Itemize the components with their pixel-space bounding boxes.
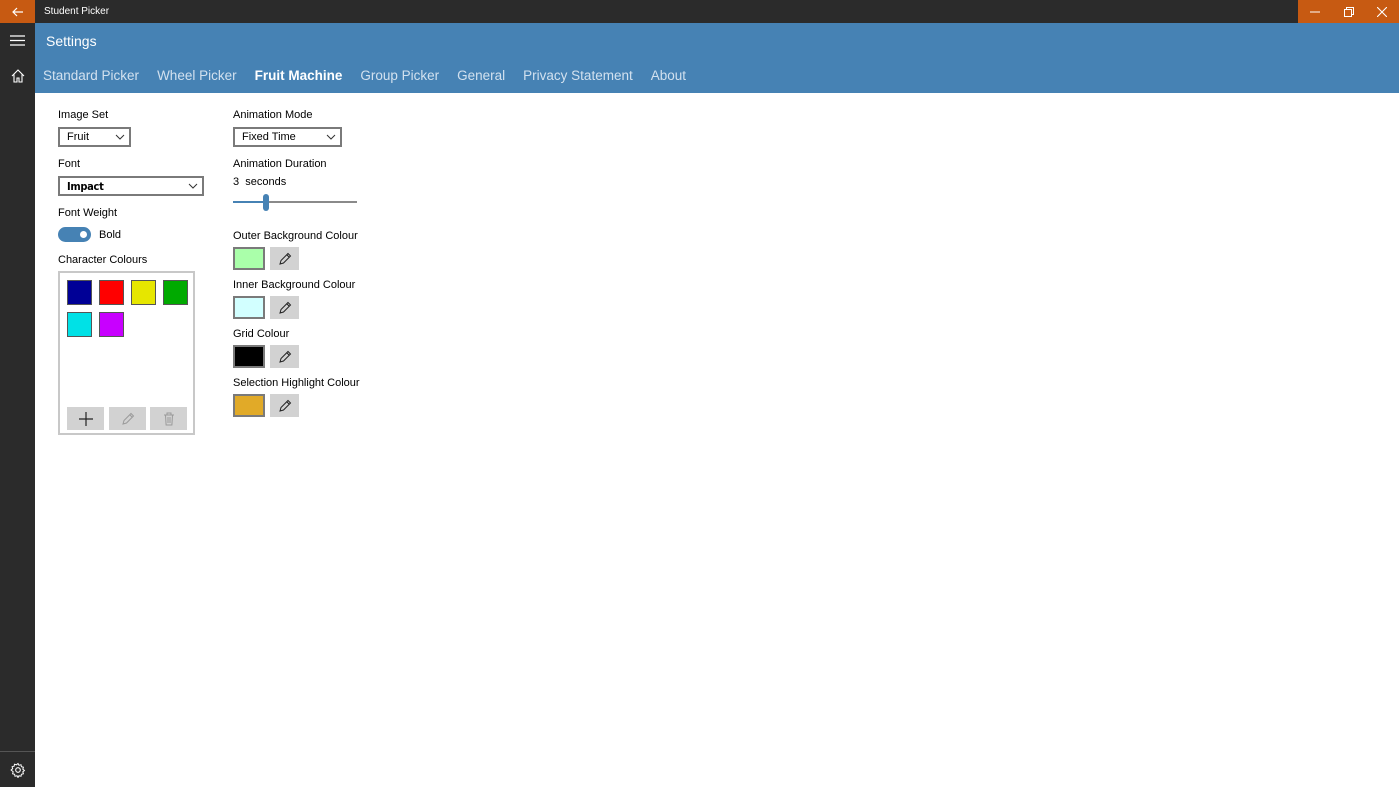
settings-nav-button[interactable] bbox=[0, 752, 35, 787]
animation-duration-value: 3 seconds bbox=[233, 176, 286, 188]
image-set-dropdown[interactable]: Fruit bbox=[58, 127, 131, 147]
chevron-down-icon bbox=[188, 183, 198, 189]
font-dropdown[interactable]: Impact bbox=[58, 176, 204, 196]
home-icon bbox=[11, 68, 24, 83]
nav-rail bbox=[0, 23, 35, 787]
inner-background-edit-button[interactable] bbox=[270, 296, 299, 319]
character-colours-label: Character Colours bbox=[58, 254, 148, 266]
restore-icon bbox=[1343, 6, 1354, 17]
edit-icon bbox=[121, 412, 134, 425]
animation-duration-label: Animation Duration bbox=[233, 158, 327, 170]
window-controls bbox=[1298, 0, 1399, 23]
grid-colour-label: Grid Colour bbox=[233, 328, 290, 340]
minimize-button[interactable] bbox=[1298, 0, 1332, 23]
gear-icon bbox=[9, 762, 25, 778]
edit-icon bbox=[278, 399, 291, 412]
animation-mode-dropdown[interactable]: Fixed Time bbox=[233, 127, 342, 147]
grid-colour-edit-button[interactable] bbox=[270, 345, 299, 368]
colour-swatch-yellow[interactable] bbox=[131, 280, 156, 305]
duration-number: 3 bbox=[233, 176, 240, 188]
tab-about[interactable]: About bbox=[651, 68, 686, 83]
colour-swatch-red[interactable] bbox=[99, 280, 124, 305]
chevron-down-icon bbox=[115, 134, 125, 140]
page-title: Settings bbox=[46, 33, 97, 49]
delete-colour-button[interactable] bbox=[150, 407, 187, 430]
image-set-label: Image Set bbox=[58, 109, 109, 121]
edit-colour-button[interactable] bbox=[109, 407, 146, 430]
tab-privacy-statement[interactable]: Privacy Statement bbox=[523, 68, 633, 83]
home-button[interactable] bbox=[0, 58, 35, 93]
page-header: Settings Standard Picker Wheel Picker Fr… bbox=[35, 23, 1399, 93]
image-set-value: Fruit bbox=[67, 131, 89, 143]
hamburger-icon bbox=[10, 35, 25, 46]
tab-group-picker[interactable]: Group Picker bbox=[360, 68, 439, 83]
colour-swatch-cyan[interactable] bbox=[67, 312, 92, 337]
selection-highlight-swatch[interactable] bbox=[233, 394, 265, 417]
toggle-knob bbox=[80, 231, 87, 238]
close-icon bbox=[1377, 6, 1388, 17]
window-title: Student Picker bbox=[44, 6, 110, 17]
inner-background-swatch[interactable] bbox=[233, 296, 265, 319]
edit-icon bbox=[278, 350, 291, 363]
minimize-icon bbox=[1309, 11, 1320, 12]
close-button[interactable] bbox=[1365, 0, 1399, 23]
duration-slider-track[interactable] bbox=[233, 201, 357, 203]
arrow-left-icon bbox=[11, 7, 23, 16]
restore-button[interactable] bbox=[1332, 0, 1366, 23]
settings-tabs: Standard Picker Wheel Picker Fruit Machi… bbox=[43, 68, 704, 83]
title-bar: Student Picker bbox=[0, 0, 1399, 23]
duration-slider-thumb[interactable] bbox=[263, 194, 270, 211]
font-value: Impact bbox=[67, 180, 104, 193]
bold-toggle[interactable] bbox=[58, 227, 91, 242]
edit-icon bbox=[278, 301, 291, 314]
grid-colour-swatch[interactable] bbox=[233, 345, 265, 368]
back-button[interactable] bbox=[0, 0, 35, 23]
chevron-down-icon bbox=[326, 134, 336, 140]
tab-standard-picker[interactable]: Standard Picker bbox=[43, 68, 139, 83]
tab-wheel-picker[interactable]: Wheel Picker bbox=[157, 68, 237, 83]
selection-highlight-edit-button[interactable] bbox=[270, 394, 299, 417]
tab-fruit-machine[interactable]: Fruit Machine bbox=[255, 68, 343, 83]
tab-general[interactable]: General bbox=[457, 68, 505, 83]
add-icon bbox=[78, 411, 93, 426]
hamburger-button[interactable] bbox=[0, 23, 35, 58]
font-label: Font bbox=[58, 158, 81, 170]
outer-background-edit-button[interactable] bbox=[270, 247, 299, 270]
bold-toggle-label: Bold bbox=[99, 229, 122, 241]
font-weight-label: Font Weight bbox=[58, 207, 118, 219]
duration-slider-fill bbox=[233, 201, 267, 203]
colour-swatch-navy[interactable] bbox=[67, 280, 92, 305]
animation-mode-value: Fixed Time bbox=[242, 131, 296, 143]
selection-highlight-label: Selection Highlight Colour bbox=[233, 377, 360, 389]
colour-swatch-magenta[interactable] bbox=[99, 312, 124, 337]
animation-mode-label: Animation Mode bbox=[233, 109, 313, 121]
edit-icon bbox=[278, 252, 291, 265]
outer-background-label: Outer Background Colour bbox=[233, 230, 358, 242]
duration-unit: seconds bbox=[245, 176, 287, 188]
inner-background-label: Inner Background Colour bbox=[233, 279, 356, 291]
colour-swatch-green[interactable] bbox=[163, 280, 188, 305]
delete-icon bbox=[163, 412, 174, 425]
outer-background-swatch[interactable] bbox=[233, 247, 265, 270]
character-colours-list bbox=[58, 271, 195, 435]
add-colour-button[interactable] bbox=[67, 407, 104, 430]
